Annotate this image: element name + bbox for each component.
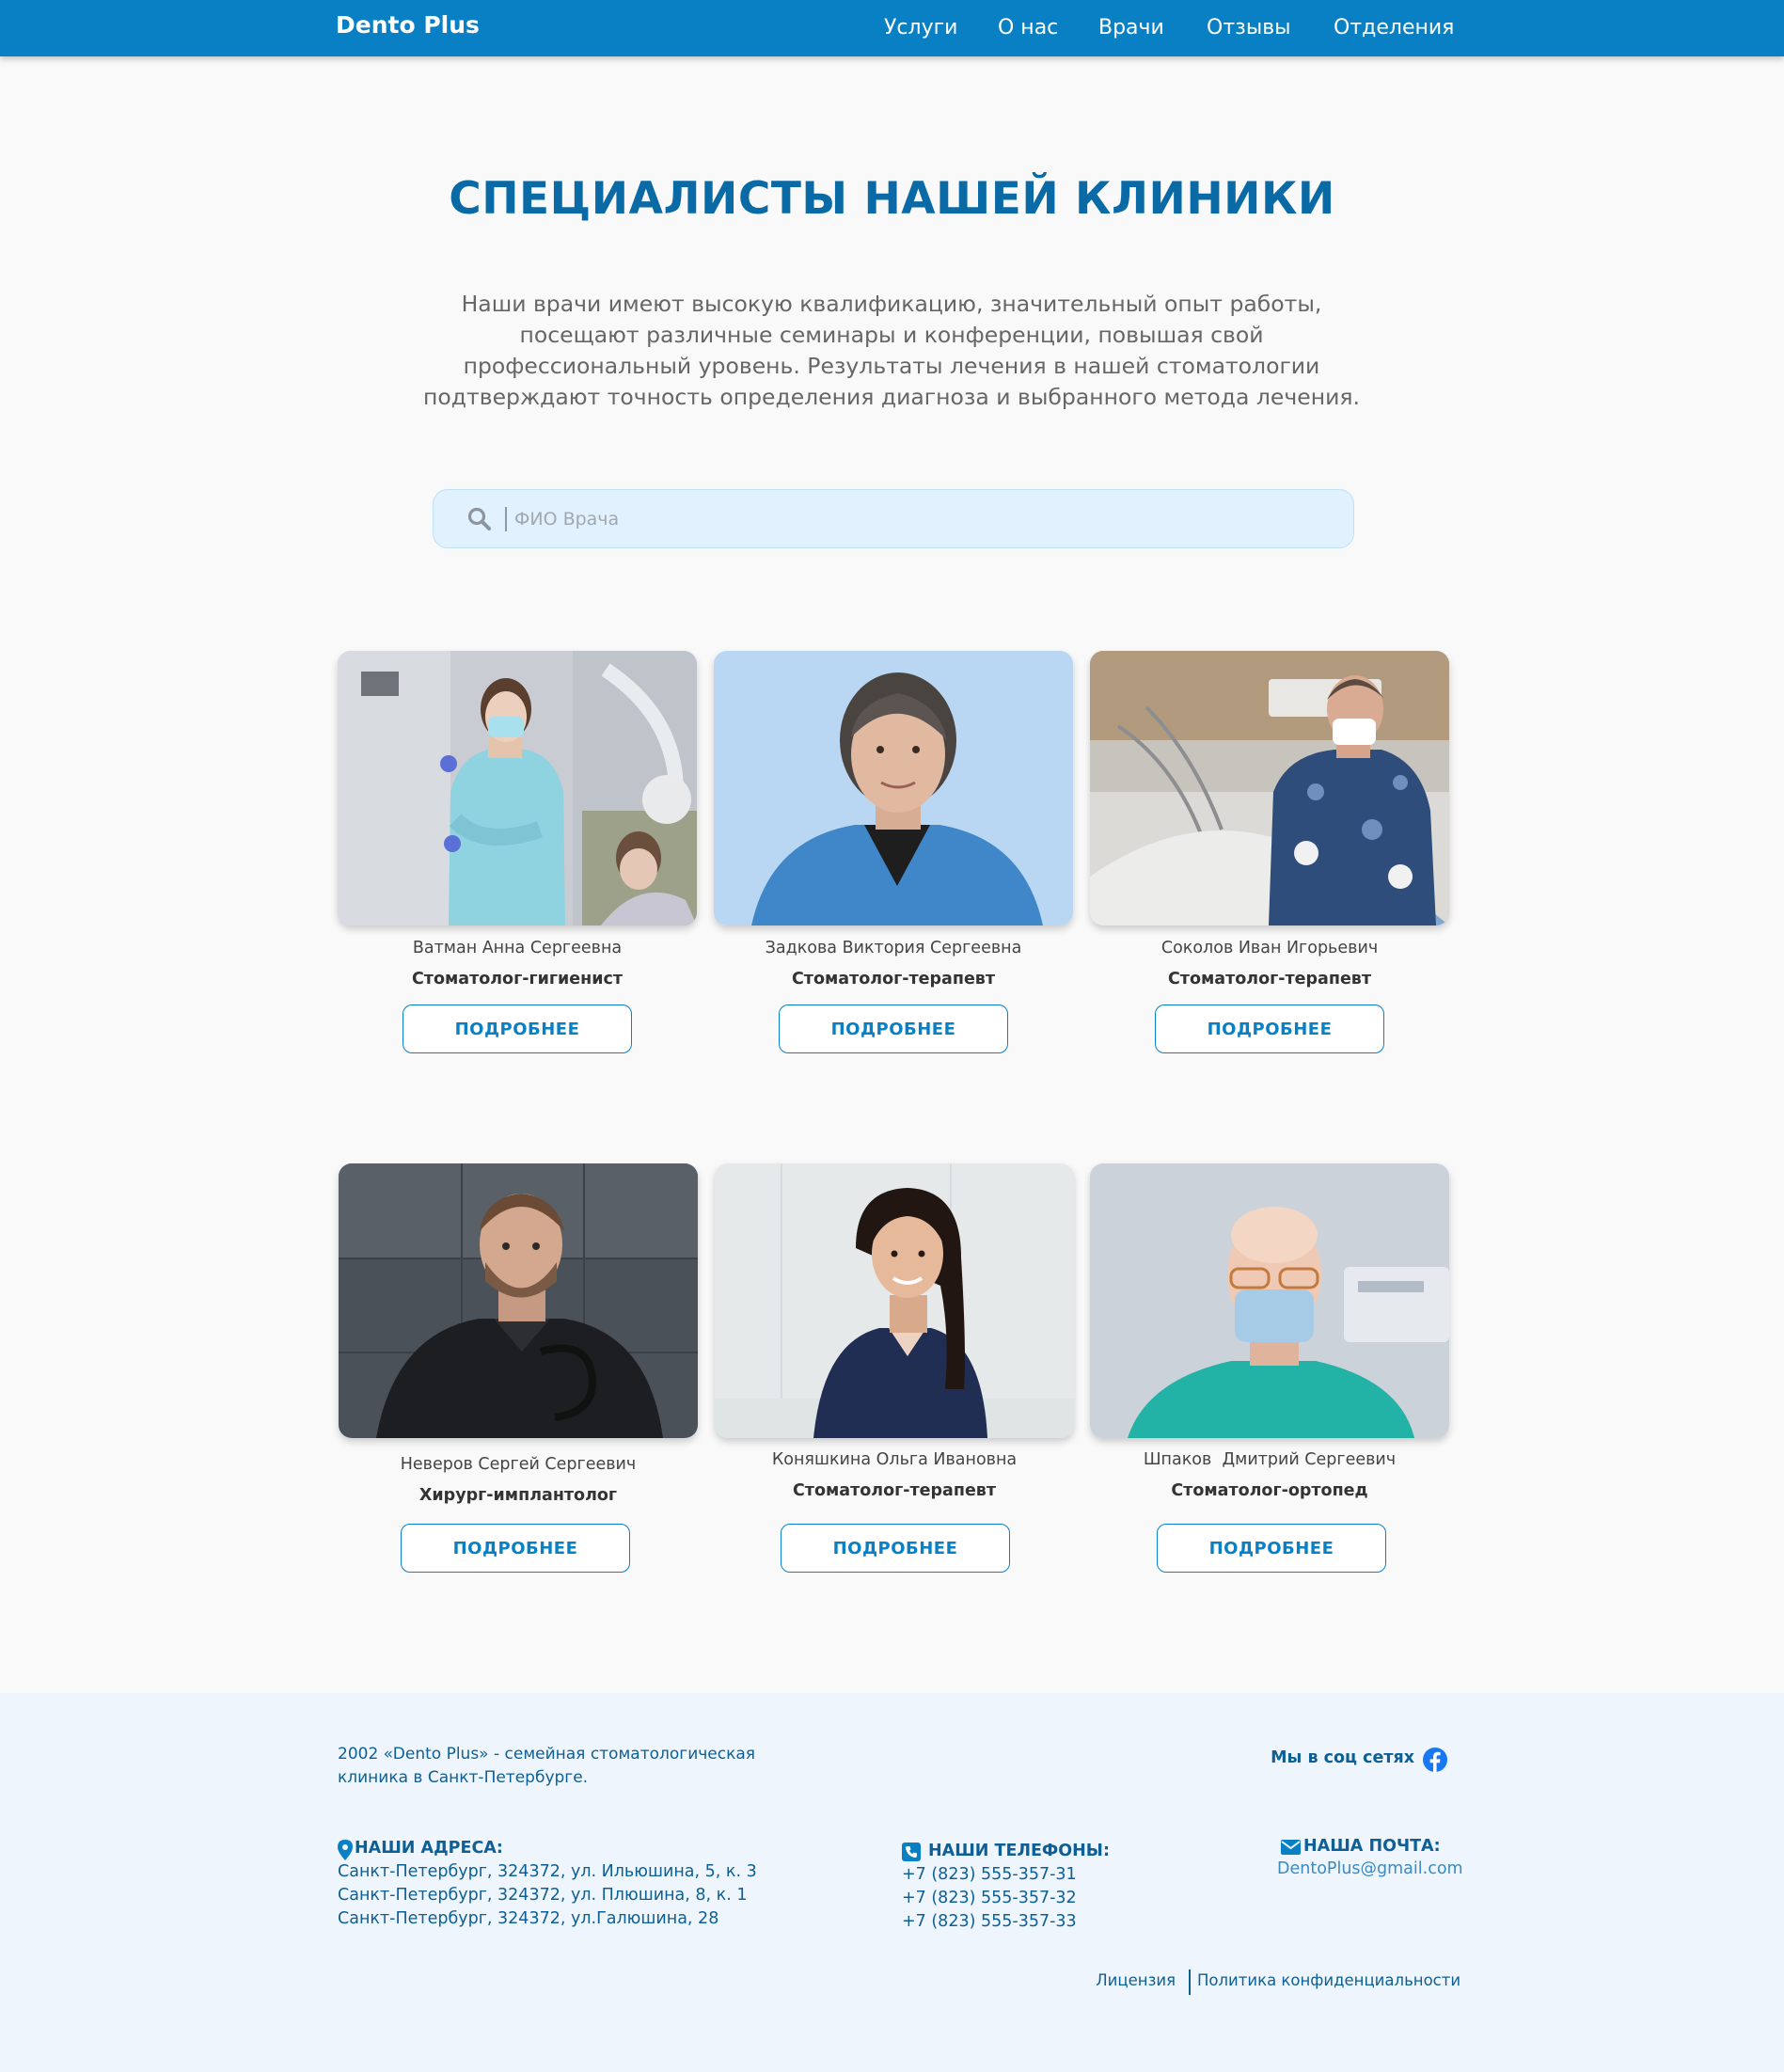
doctor-role: Стоматолог-терапевт: [792, 1481, 997, 1500]
address-line: Санкт-Петербург, 324372, ул. Плюшина, 8,…: [338, 1886, 748, 1905]
doctor-name: Соколов Иван Игорьевич: [1160, 939, 1379, 957]
doctor-name: Неверов Сергей Сергеевич: [400, 1455, 637, 1474]
envelope-icon: [1281, 1840, 1301, 1855]
doctor-card: Задкова Виктория Сергеевна Стоматолог-те…: [714, 651, 1073, 1065]
doctor-card: Ватман Анна Сергеевна Стоматолог-гигиени…: [338, 651, 697, 1065]
intro-line: посещают различные семинары и конференци…: [519, 322, 1264, 348]
doctor-photo: [715, 1163, 1074, 1438]
facebook-icon[interactable]: [1422, 1747, 1448, 1773]
doctor-search-box[interactable]: [433, 489, 1354, 548]
doctor-photo: [1090, 1163, 1449, 1438]
doctor-role: Стоматолог-гигиенист: [411, 970, 624, 989]
mail-heading: НАША ПОЧТА:: [1281, 1837, 1441, 1856]
social-label: Мы в соц сетях: [1271, 1748, 1414, 1767]
doctor-card: Коняшкина Ольга Ивановна Стоматолог-тера…: [715, 1163, 1074, 1577]
address-line: Санкт-Петербург, 324372, ул.Галюшина, 28: [338, 1909, 719, 1928]
mail-line: DentoPlus@gmail.com: [1277, 1859, 1463, 1878]
privacy-item: Политика конфиденциальности: [1197, 1971, 1460, 1990]
phone-number[interactable]: +7 (823) 555-357-31: [902, 1865, 1077, 1884]
footer-link-divider: [1189, 1969, 1191, 1995]
addresses-heading: НАШИ АДРЕСА:: [338, 1839, 503, 1860]
doctor-name: Задкова Виктория Сергеевна: [765, 939, 1022, 957]
privacy-policy-link[interactable]: Политика конфиденциальности: [1197, 1971, 1460, 1989]
footer: [0, 1693, 1784, 2072]
footer-about-line: 2002 «Dento Plus» - семейная стоматологи…: [338, 1745, 756, 1764]
doctor-name: Коняшкина Ольга Ивановна: [771, 1450, 1018, 1469]
doctor-photo: [338, 651, 697, 925]
doctor-card: Соколов Иван Игорьевич Стоматолог-терапе…: [1090, 651, 1449, 1065]
doctor-search-input[interactable]: [514, 499, 1323, 539]
page-title: СПЕЦИАЛИСТЫ НАШЕЙ КЛИНИКИ: [449, 173, 1335, 225]
phone-number[interactable]: +7 (823) 555-357-32: [902, 1889, 1077, 1907]
details-button[interactable]: ПОДРОБНЕЕ: [781, 1524, 1010, 1573]
footer-about-line: клиника в Санкт-Петербурге.: [338, 1768, 589, 1787]
phones-title: НАШИ ТЕЛЕФОНЫ:: [928, 1842, 1110, 1860]
intro-line: профессиональный уровень. Результаты леч…: [463, 353, 1320, 379]
doctor-photo: [714, 651, 1073, 925]
doctor-card: Неверов Сергей Сергеевич Хирург-импланто…: [339, 1163, 698, 1577]
logo[interactable]: Dento Plus: [336, 11, 480, 39]
address-line: Санкт-Петербург, 324372, ул. Ильюшина, 5…: [338, 1862, 757, 1881]
details-button[interactable]: ПОДРОБНЕЕ: [403, 1004, 632, 1053]
phones-heading: НАШИ ТЕЛЕФОНЫ:: [902, 1842, 1110, 1861]
details-button[interactable]: ПОДРОБНЕЕ: [1155, 1004, 1384, 1053]
details-button[interactable]: ПОДРОБНЕЕ: [1157, 1524, 1386, 1573]
phone-number[interactable]: +7 (823) 555-357-33: [902, 1912, 1077, 1931]
mail-title: НАША ПОЧТА:: [1303, 1837, 1441, 1856]
license-link[interactable]: Лицензия: [1096, 1971, 1176, 1989]
doctor-photo: [1090, 651, 1449, 925]
details-button[interactable]: ПОДРОБНЕЕ: [779, 1004, 1008, 1053]
location-pin-icon: [338, 1840, 353, 1860]
doctor-role: Стоматолог-терапевт: [1167, 970, 1372, 989]
doctor-role: Стоматолог-ортопед: [1171, 1481, 1368, 1500]
search-icon[interactable]: [467, 507, 492, 531]
license-item: Лицензия: [1081, 1971, 1176, 1990]
nav-item-reviews[interactable]: Отзывы: [1207, 16, 1291, 40]
intro-text: Наши врачи имеют высокую квалификацию, з…: [421, 289, 1362, 413]
doctor-card: Шпаков Дмитрий Сергеевич Стоматолог-орто…: [1090, 1163, 1449, 1577]
doctor-role: Стоматолог-терапевт: [791, 970, 996, 989]
doctor-photo: [339, 1163, 698, 1438]
doctor-name: Шпаков Дмитрий Сергеевич: [1143, 1450, 1397, 1469]
phone-icon: [902, 1843, 921, 1861]
intro-line: подтверждают точность определения диагно…: [423, 384, 1360, 410]
nav-item-departments[interactable]: Отделения: [1334, 16, 1454, 40]
addresses-title: НАШИ АДРЕСА:: [355, 1839, 503, 1858]
intro-line: Наши врачи имеют высокую квалификацию, з…: [461, 291, 1322, 317]
social-block: Мы в соц сетях: [1239, 1747, 1448, 1773]
nav-item-about[interactable]: О нас: [998, 16, 1058, 40]
top-navbar: Dento Plus Услуги О нас Врачи Отзывы Отд…: [0, 0, 1784, 56]
nav-item-doctors[interactable]: Врачи: [1098, 16, 1164, 40]
footer-about: 2002 «Dento Plus» - семейная стоматологи…: [338, 1743, 770, 1790]
details-button[interactable]: ПОДРОБНЕЕ: [401, 1524, 630, 1573]
nav-item-services[interactable]: Услуги: [884, 16, 957, 40]
search-caret: [505, 507, 507, 531]
email-link[interactable]: DentoPlus@gmail.com: [1277, 1859, 1463, 1878]
doctor-role: Хирург-имплантолог: [418, 1486, 618, 1505]
doctor-name: Ватман Анна Сергеевна: [412, 939, 623, 957]
